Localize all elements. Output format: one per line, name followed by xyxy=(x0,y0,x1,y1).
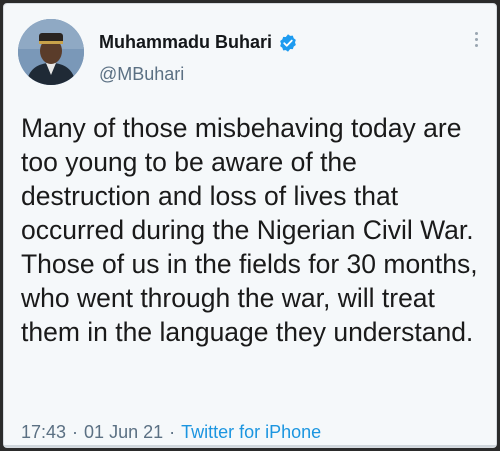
tweet-card: Muhammadu Buhari @MBuhari Many of those … xyxy=(3,3,497,448)
tweet-text: Many of those misbehaving today are too … xyxy=(21,113,478,347)
meta-separator: · xyxy=(169,422,176,442)
tweet-source-link[interactable]: Twitter for iPhone xyxy=(181,422,321,443)
author-handle[interactable]: @MBuhari xyxy=(99,64,184,85)
verified-badge-icon xyxy=(280,33,296,52)
tweet-metadata: 17:43 · 01 Jun 21 · Twitter for iPhone xyxy=(21,422,321,443)
author-name-row[interactable]: Muhammadu Buhari xyxy=(99,32,298,53)
author-display-name[interactable]: Muhammadu Buhari xyxy=(99,32,272,53)
tweet-date[interactable]: 01 Jun 21 xyxy=(84,422,163,443)
meta-separator: · xyxy=(72,422,79,442)
avatar-photo-icon xyxy=(18,19,84,85)
divider xyxy=(4,445,496,447)
author-avatar[interactable] xyxy=(18,19,84,85)
tweet-time[interactable]: 17:43 xyxy=(21,422,66,443)
more-options-icon[interactable] xyxy=(475,32,478,47)
